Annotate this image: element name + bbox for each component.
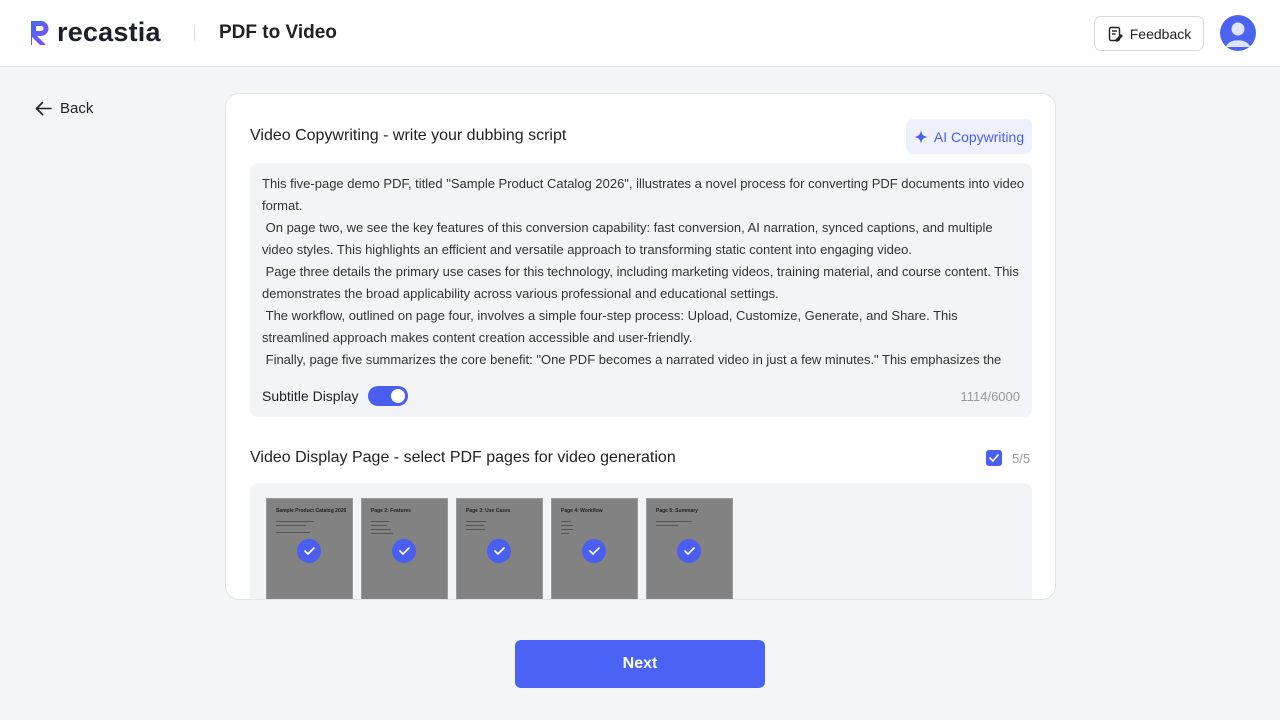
checkmark-icon <box>683 547 695 555</box>
thumbnail-title: Page 2: Features <box>371 508 412 514</box>
thumbnail-title: Page 3: Use Cases <box>466 508 511 514</box>
page-thumbnail[interactable]: Page 4: Workflow <box>551 498 638 599</box>
select-all-checkbox[interactable] <box>986 450 1002 466</box>
page-thumbnails: Sample Product Catalog 2026 Page 2: Feat… <box>250 483 1032 599</box>
main-card: Video Copywriting - write your dubbing s… <box>225 93 1056 600</box>
arrow-left-icon <box>35 101 52 116</box>
thumbnail-line <box>371 525 387 526</box>
toggle-knob <box>390 389 405 403</box>
page-selected-check <box>677 539 701 563</box>
checkmark-icon <box>989 454 999 462</box>
page-thumbnail[interactable]: Page 5: Summary <box>646 498 733 599</box>
checkmark-icon <box>398 547 410 555</box>
thumbnail-line <box>466 525 484 526</box>
ai-copywriting-button[interactable]: AI Copywriting <box>906 119 1032 154</box>
script-editor[interactable]: This five-page demo PDF, titled "Sample … <box>250 163 1032 417</box>
feedback-icon <box>1108 26 1123 42</box>
thumbnail-line <box>371 533 393 534</box>
character-counter: 1114/6000 <box>960 389 1020 404</box>
page-selected-check <box>392 539 416 563</box>
page-selected-check <box>487 539 511 563</box>
avatar[interactable] <box>1220 15 1256 51</box>
thumbnail-line <box>276 521 314 522</box>
back-label: Back <box>60 100 94 117</box>
thumbnail-line <box>561 533 569 534</box>
thumbnail-line <box>656 521 692 522</box>
thumbnail-line <box>276 532 310 533</box>
logo[interactable]: recastia <box>28 17 161 48</box>
subtitle-display-toggle[interactable] <box>367 386 408 406</box>
user-avatar-icon <box>1226 22 1250 47</box>
next-button[interactable]: Next <box>515 640 765 688</box>
page-thumbnail[interactable]: Sample Product Catalog 2026 <box>266 498 353 599</box>
thumbnail-line <box>276 525 306 526</box>
page-thumbnail[interactable]: Page 2: Features <box>361 498 448 599</box>
checkmark-icon <box>588 547 600 555</box>
back-button[interactable]: Back <box>35 100 93 117</box>
thumbnail-line <box>466 529 485 530</box>
feedback-label: Feedback <box>1129 25 1192 42</box>
header-divider <box>194 25 195 41</box>
thumbnail-title: Page 4: Workflow <box>561 508 603 514</box>
recastia-logo-icon <box>31 20 49 45</box>
page-selected-check <box>297 539 321 563</box>
feedback-button[interactable]: Feedback <box>1094 16 1204 51</box>
select-all-pages: 5/5 <box>986 450 1030 466</box>
page-thumbnail[interactable]: Page 3: Use Cases <box>456 498 543 599</box>
ai-copywriting-label: AI Copywriting <box>933 128 1025 145</box>
thumbnail-title: Page 5: Summary <box>656 508 698 514</box>
script-textarea[interactable]: This five-page demo PDF, titled "Sample … <box>262 173 1026 370</box>
thumbnail-line <box>371 529 391 530</box>
checkmark-icon <box>303 547 315 555</box>
thumbnail-line <box>656 525 678 526</box>
top-header: recastia PDF to Video Feedback <box>0 0 1280 67</box>
selected-page-count: 5/5 <box>1012 450 1031 466</box>
checkmark-icon <box>493 547 505 555</box>
subtitle-display-label: Subtitle Display <box>262 388 359 404</box>
page-selected-check <box>582 539 606 563</box>
thumbnail-line <box>561 529 573 530</box>
logo-text: recastia <box>57 17 161 47</box>
thumbnail-line <box>561 521 571 522</box>
thumbnail-line <box>466 521 486 522</box>
thumbnail-line <box>561 525 573 526</box>
thumbnail-line <box>371 521 389 522</box>
page-title: PDF to Video <box>219 22 337 43</box>
subtitle-display-row: Subtitle Display <box>262 386 408 406</box>
thumbnail-title: Sample Product Catalog 2026 <box>276 508 347 514</box>
sparkle-icon <box>913 129 928 144</box>
copywriting-title: Video Copywriting - write your dubbing s… <box>250 127 567 144</box>
display-pages-title: Video Display Page - select PDF pages fo… <box>250 449 676 466</box>
